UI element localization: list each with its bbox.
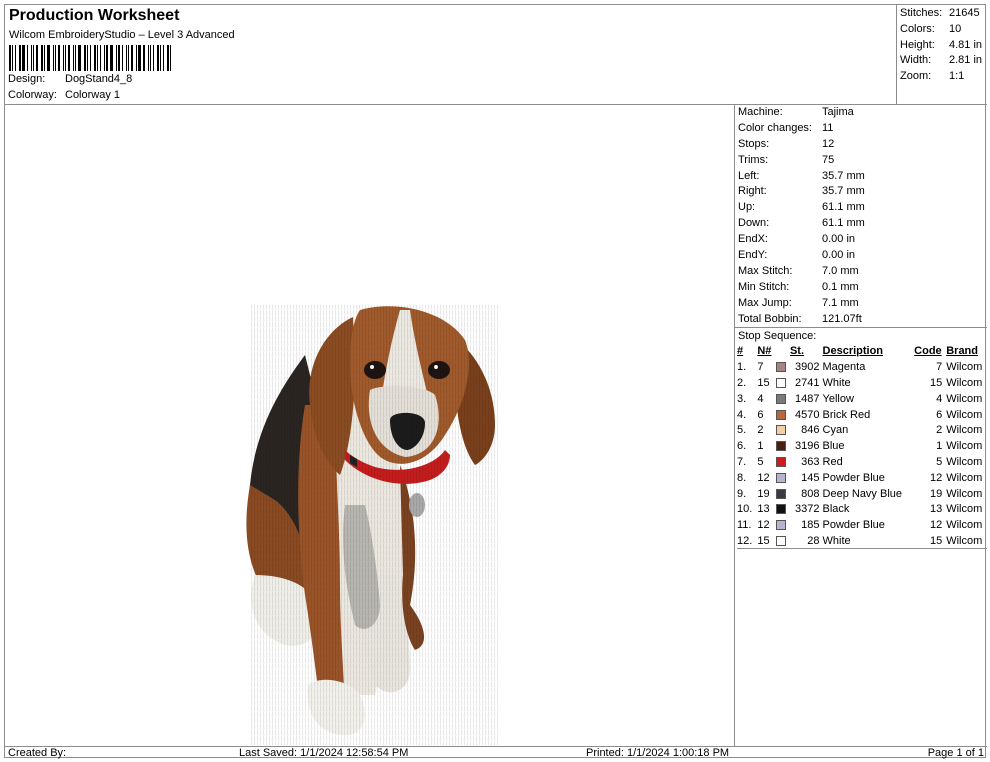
table-row: 2. 15 2741 White 15 Wilcom xyxy=(737,376,983,389)
col-stitches: St. xyxy=(789,345,804,358)
machine-info-row: Max Jump: 7.1 mm xyxy=(738,296,859,309)
machine-info-row: Right: 35.7 mm xyxy=(738,185,865,198)
color-swatch xyxy=(775,504,786,515)
color-swatch xyxy=(775,441,786,452)
table-row: 10. 13 3372 Black 13 Wilcom xyxy=(737,503,983,516)
colorway-value: Colorway 1 xyxy=(65,89,121,101)
design-label: Design: xyxy=(8,73,46,85)
color-swatch xyxy=(775,425,786,436)
page-title: Production Worksheet xyxy=(9,7,180,24)
table-row: 11. 12 185 Powder Blue 12 Wilcom xyxy=(737,519,983,532)
color-swatch xyxy=(775,378,786,389)
beagle-embroidery-image xyxy=(246,305,500,745)
software-name: Wilcom EmbroideryStudio – Level 3 Advanc… xyxy=(9,29,235,41)
color-swatch xyxy=(775,472,786,483)
col-description: Description xyxy=(822,345,884,358)
color-swatch xyxy=(775,520,786,531)
stat-row: Zoom: 1:1 xyxy=(900,70,965,83)
design-preview xyxy=(5,105,734,746)
machine-info-row: Up: 61.1 mm xyxy=(738,201,865,214)
design-value: DogStand4_8 xyxy=(65,73,133,85)
table-row: 4. 6 4570 Brick Red 6 Wilcom xyxy=(737,408,983,421)
stop-sequence-table: # N# St. Description Code Brand 1. 7 3902 M… xyxy=(737,343,987,550)
stop-sequence-title: Stop Sequence: xyxy=(735,327,987,343)
table-row: 6. 1 3196 Blue 1 Wilcom xyxy=(737,440,983,453)
machine-info-row: Trims: 75 xyxy=(738,153,835,166)
machine-info-row: Total Bobbin: 121.07ft xyxy=(738,312,862,325)
last-saved: Last Saved: 1/1/2024 12:58:54 PM xyxy=(239,747,409,759)
barcode xyxy=(9,45,175,71)
table-row: 5. 2 846 Cyan 2 Wilcom xyxy=(737,424,983,437)
machine-info-row: Color changes: 11 xyxy=(738,121,834,134)
col-needle: N# xyxy=(757,345,772,358)
machine-info-row: Machine: Tajima xyxy=(738,106,854,118)
machine-info-row: Left: 35.7 mm xyxy=(738,169,865,182)
machine-info-row: Min Stitch: 0.1 mm xyxy=(738,280,859,293)
color-swatch xyxy=(775,362,786,373)
design-row: Design: DogStand4_8 xyxy=(8,73,132,85)
color-swatch xyxy=(775,488,786,499)
machine-info-row: Down: 61.1 mm xyxy=(738,217,865,230)
design-stats: Stitches: 21645 Colors: 10 Height: 4.81 in … xyxy=(896,5,987,105)
machine-info-panel: Machine: Tajima Color changes: 11 Stops: 12 Tr… xyxy=(734,105,987,746)
table-row: 7. 5 363 Red 5 Wilcom xyxy=(737,455,983,468)
worksheet-header: Production Worksheet Wilcom EmbroiderySt… xyxy=(5,5,896,105)
table-row: 12. 15 28 White 15 Wilcom xyxy=(737,534,983,547)
color-swatch xyxy=(775,457,786,468)
created-by: Created By: xyxy=(8,747,67,759)
color-swatch xyxy=(775,409,786,420)
col-num: # xyxy=(737,345,744,358)
page-footer: Created By: Last Saved: 1/1/2024 12:58:5… xyxy=(5,746,987,759)
stat-row: Height: 4.81 in xyxy=(900,38,983,51)
colorway-row: Colorway: Colorway 1 xyxy=(8,89,120,101)
machine-info-row: EndY: 0.00 in xyxy=(738,249,856,262)
stat-row: Stitches: 21645 xyxy=(900,7,980,19)
table-row: 3. 4 1487 Yellow 4 Wilcom xyxy=(737,392,983,405)
color-swatch xyxy=(775,393,786,404)
table-header-row: # N# St. Description Code Brand xyxy=(737,343,987,359)
color-swatch xyxy=(775,535,786,546)
machine-info-list: Machine: Tajima Color changes: 11 Stops: 12 Tr… xyxy=(735,105,987,327)
col-code: Code xyxy=(914,345,942,358)
stat-row: Colors: 10 xyxy=(900,22,962,35)
col-brand: Brand xyxy=(946,345,978,358)
printed-date: Printed: 1/1/2024 1:00:18 PM xyxy=(586,747,730,759)
stat-row: Width: 2.81 in xyxy=(900,54,983,67)
table-row: 9. 19 808 Deep Navy Blue 19 Wilcom xyxy=(737,487,983,500)
machine-info-row: Max Stitch: 7.0 mm xyxy=(738,264,859,277)
colorway-label: Colorway: xyxy=(8,89,57,101)
table-row: 1. 7 3902 Magenta 7 Wilcom xyxy=(737,361,983,374)
machine-info-row: EndX: 0.00 in xyxy=(738,233,856,246)
table-row: 8. 12 145 Powder Blue 12 Wilcom xyxy=(737,471,983,484)
page-number: Page 1 of 1 xyxy=(927,747,984,759)
stop-sequence-body: 1. 7 3902 Magenta 7 Wilcom 2. 15 2741 White 15 Wilc… xyxy=(737,359,987,549)
machine-info-row: Stops: 12 xyxy=(738,137,835,150)
worksheet-frame: Production Worksheet Wilcom EmbroiderySt… xyxy=(4,4,987,759)
